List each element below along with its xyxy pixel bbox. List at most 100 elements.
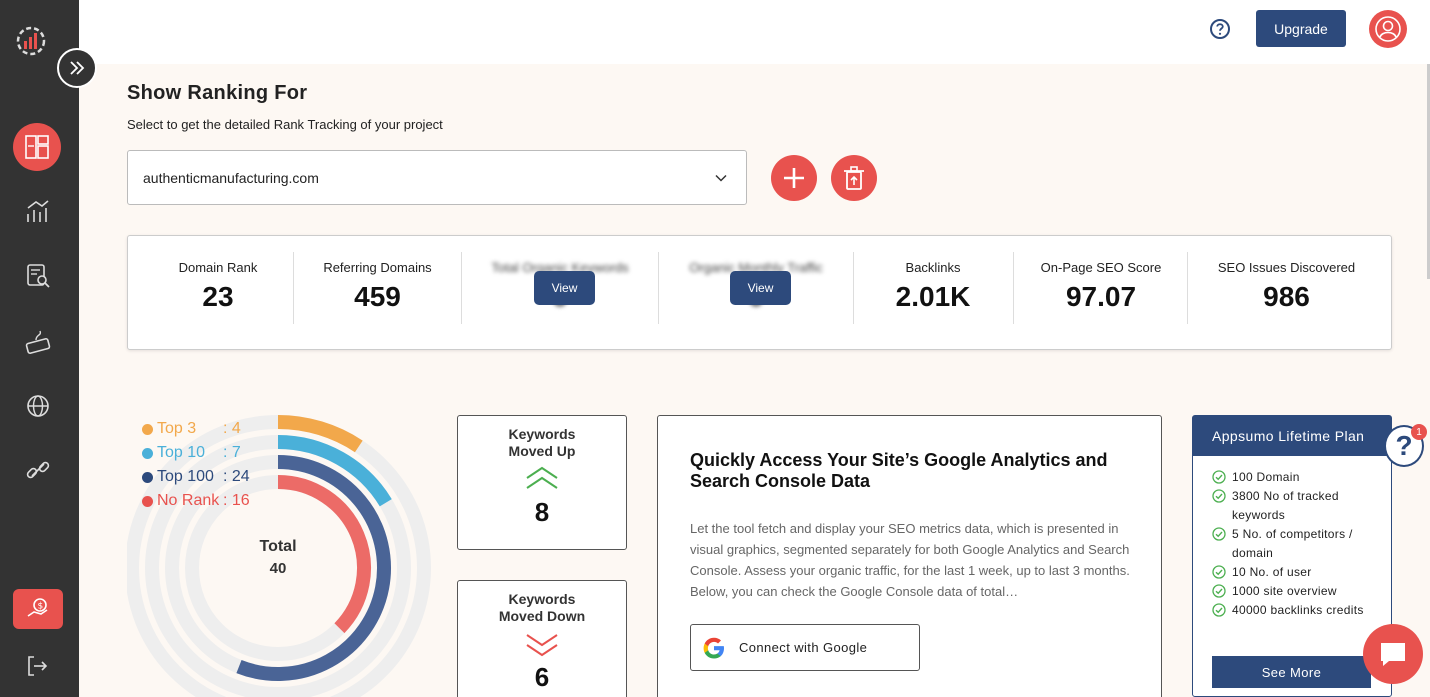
plan-feature-item: 5 No. of competitors / domain [1212,525,1381,563]
page-title: Show Ranking For [127,82,308,104]
stat-value: 97.07 [1065,281,1137,312]
arrow-down-icon [526,634,558,657]
sidebar: $ [0,0,79,697]
plan-feature-text: 1000 site overview [1232,584,1337,598]
legend-name: Top 3 [157,420,197,437]
user-icon [1375,16,1401,42]
check-circle-icon [1212,470,1226,484]
stat-label: Domain Rank [178,260,258,275]
add-project-button[interactable] [771,155,817,201]
legend-dot [142,471,153,483]
plan-feature-item: 10 No. of user [1212,563,1381,582]
sidebar-item-hand-money[interactable]: $ [13,589,63,629]
sidebar-item-sites[interactable] [14,382,62,430]
legend-item-top100: Top 100 : 24 [142,465,250,489]
user-avatar[interactable] [1369,10,1407,48]
sidebar-item-logout[interactable] [14,642,62,690]
plan-feature-text: 100 Domain [1232,470,1300,484]
upgrade-button[interactable]: Upgrade [1256,10,1346,47]
plan-feature-text: 10 No. of user [1232,565,1312,579]
stats-card: Domain Rank 23 Referring Domains 459 Tot… [127,235,1392,350]
stat-onpage-seo-score: On-Page SEO Score 97.07 [1014,252,1188,324]
stat-label: SEO Issues Discovered [1217,260,1356,275]
sidebar-item-dashboard[interactable] [13,123,61,171]
legend-value: : 16 [223,492,250,509]
ranking-legend: Top 3 : 4 Top 10 : 7 Top 100 : 24 No Ran… [142,417,250,513]
check-circle-icon [1212,565,1226,579]
total-value: 40 [269,560,287,577]
legend-value: : 4 [223,420,241,437]
keywords-moved-down-card: Keywords Moved Down 6 [457,580,627,697]
chat-widget-button[interactable] [1363,624,1423,684]
plan-feature-item: 3800 No of tracked keywords [1212,487,1381,525]
keywords-moved-up-card: Keywords Moved Up 8 [457,415,627,550]
delete-project-button[interactable] [831,155,877,201]
trash-icon [844,166,864,190]
plan-feature-text: 40000 backlinks credits [1232,603,1364,617]
arrow-up-icon [526,466,558,489]
plan-feature-item: 40000 backlinks credits [1212,601,1381,620]
dashboard-icon [25,135,49,159]
stat-value: 2.01K [895,281,971,312]
plan-features: 100 Domain 3800 No of tracked keywords 5 N… [1193,468,1391,620]
stat-seo-issues: SEO Issues Discovered 986 [1188,252,1385,324]
plan-feature-item: 1000 site overview [1212,582,1381,601]
plan-feature-item: 100 Domain [1212,468,1381,487]
title-line: Keywords [508,591,576,607]
title-line: Keywords [508,426,576,442]
connect-google-button[interactable]: Connect with Google [690,624,920,671]
help-badge: 1 [1411,424,1427,440]
plan-title: Appsumo Lifetime Plan [1193,416,1391,456]
link-icon [26,461,50,479]
stat-value: 986 [1263,281,1310,312]
page-subtitle: Select to get the detailed Rank Tracking… [127,117,443,132]
stat-backlinks: Backlinks 2.01K [854,252,1012,324]
search-doc-icon [27,264,50,288]
view-traffic-button[interactable]: View [730,271,791,305]
globe-icon [27,395,49,417]
legend-item-top3: Top 3 : 4 [142,417,250,441]
sidebar-item-audit[interactable] [14,252,62,300]
see-more-button[interactable]: See More [1212,656,1371,688]
stat-value: 23 [202,281,234,312]
domain-select-value: authenticmanufacturing.com [143,169,319,186]
keywords-moved-down-value: 6 [534,662,550,692]
help-icon[interactable] [1209,18,1231,40]
check-circle-icon [1212,489,1226,503]
hand-coin-icon: $ [27,598,48,617]
app-logo-icon[interactable] [11,21,51,61]
google-icon [703,637,724,658]
view-keywords-button[interactable]: View [534,271,595,305]
legend-dot [142,423,153,435]
ga-title: Quickly Access Your Site’s Google Analyt… [690,450,1108,491]
stat-referring-domains: Referring Domains 459 [294,252,461,324]
chevron-down-icon [715,174,727,182]
stat-label: Backlinks [905,260,961,275]
legend-name: Top 10 [157,444,206,461]
total-label: Total [259,538,297,555]
keywords-moved-down-title: Keywords Moved Down [458,591,626,625]
stat-domain-rank: Domain Rank 23 [142,252,294,324]
stat-value: 459 [354,281,401,312]
sidebar-collapse-button[interactable] [57,48,97,88]
legend-value: : 24 [223,468,250,485]
keywords-moved-up-title: Keywords Moved Up [458,426,626,460]
stat-label: Referring Domains [323,260,432,275]
sidebar-item-keywords[interactable] [14,318,62,366]
legend-value: : 7 [223,444,241,461]
sidebar-item-backlinks[interactable] [14,446,62,494]
domain-select[interactable]: authenticmanufacturing.com [127,150,747,205]
legend-dot [142,447,153,459]
check-circle-icon [1212,527,1226,541]
title-line: Moved Up [508,443,576,459]
check-circle-icon [1212,584,1226,598]
stat-label: On-Page SEO Score [1040,260,1162,275]
chevrons-right-icon [70,61,85,75]
sidebar-item-rank[interactable] [14,188,62,236]
plan-feature-text: 5 No. of competitors / domain [1232,527,1353,560]
logout-icon [28,656,48,676]
svg-text:$: $ [38,602,44,612]
growth-icon [27,200,49,222]
check-circle-icon [1212,603,1226,617]
connect-google-label: Connect with Google [739,640,868,655]
